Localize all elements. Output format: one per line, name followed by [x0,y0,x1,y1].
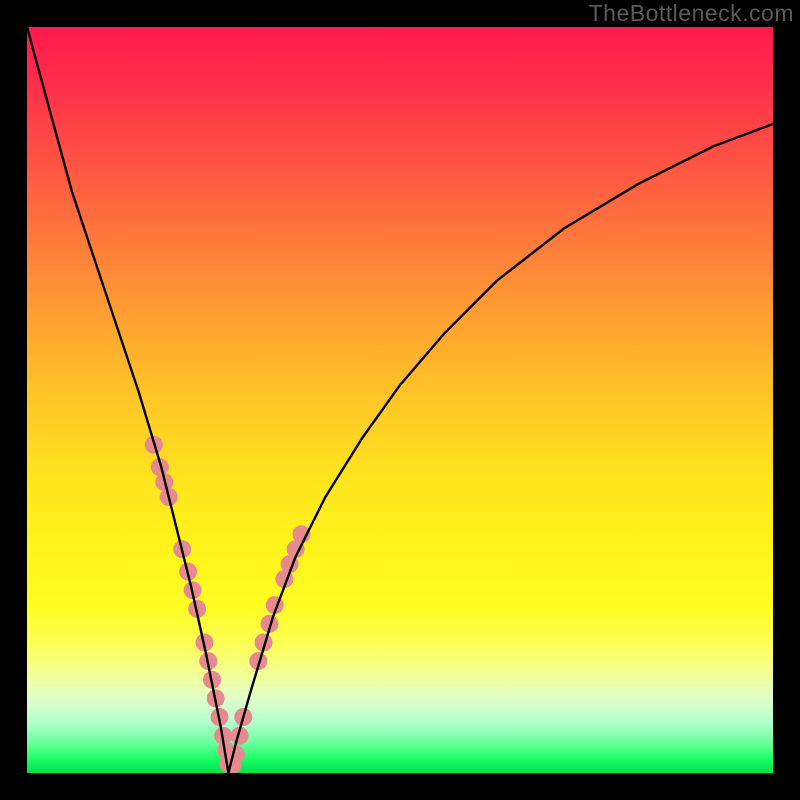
watermark-text: TheBottleneck.com [589,0,794,27]
chart-frame: TheBottleneck.com [0,0,800,800]
curve-layer [27,27,773,773]
plot-area [27,27,773,773]
marker-group [145,436,311,773]
bottleneck-curve [27,27,773,773]
